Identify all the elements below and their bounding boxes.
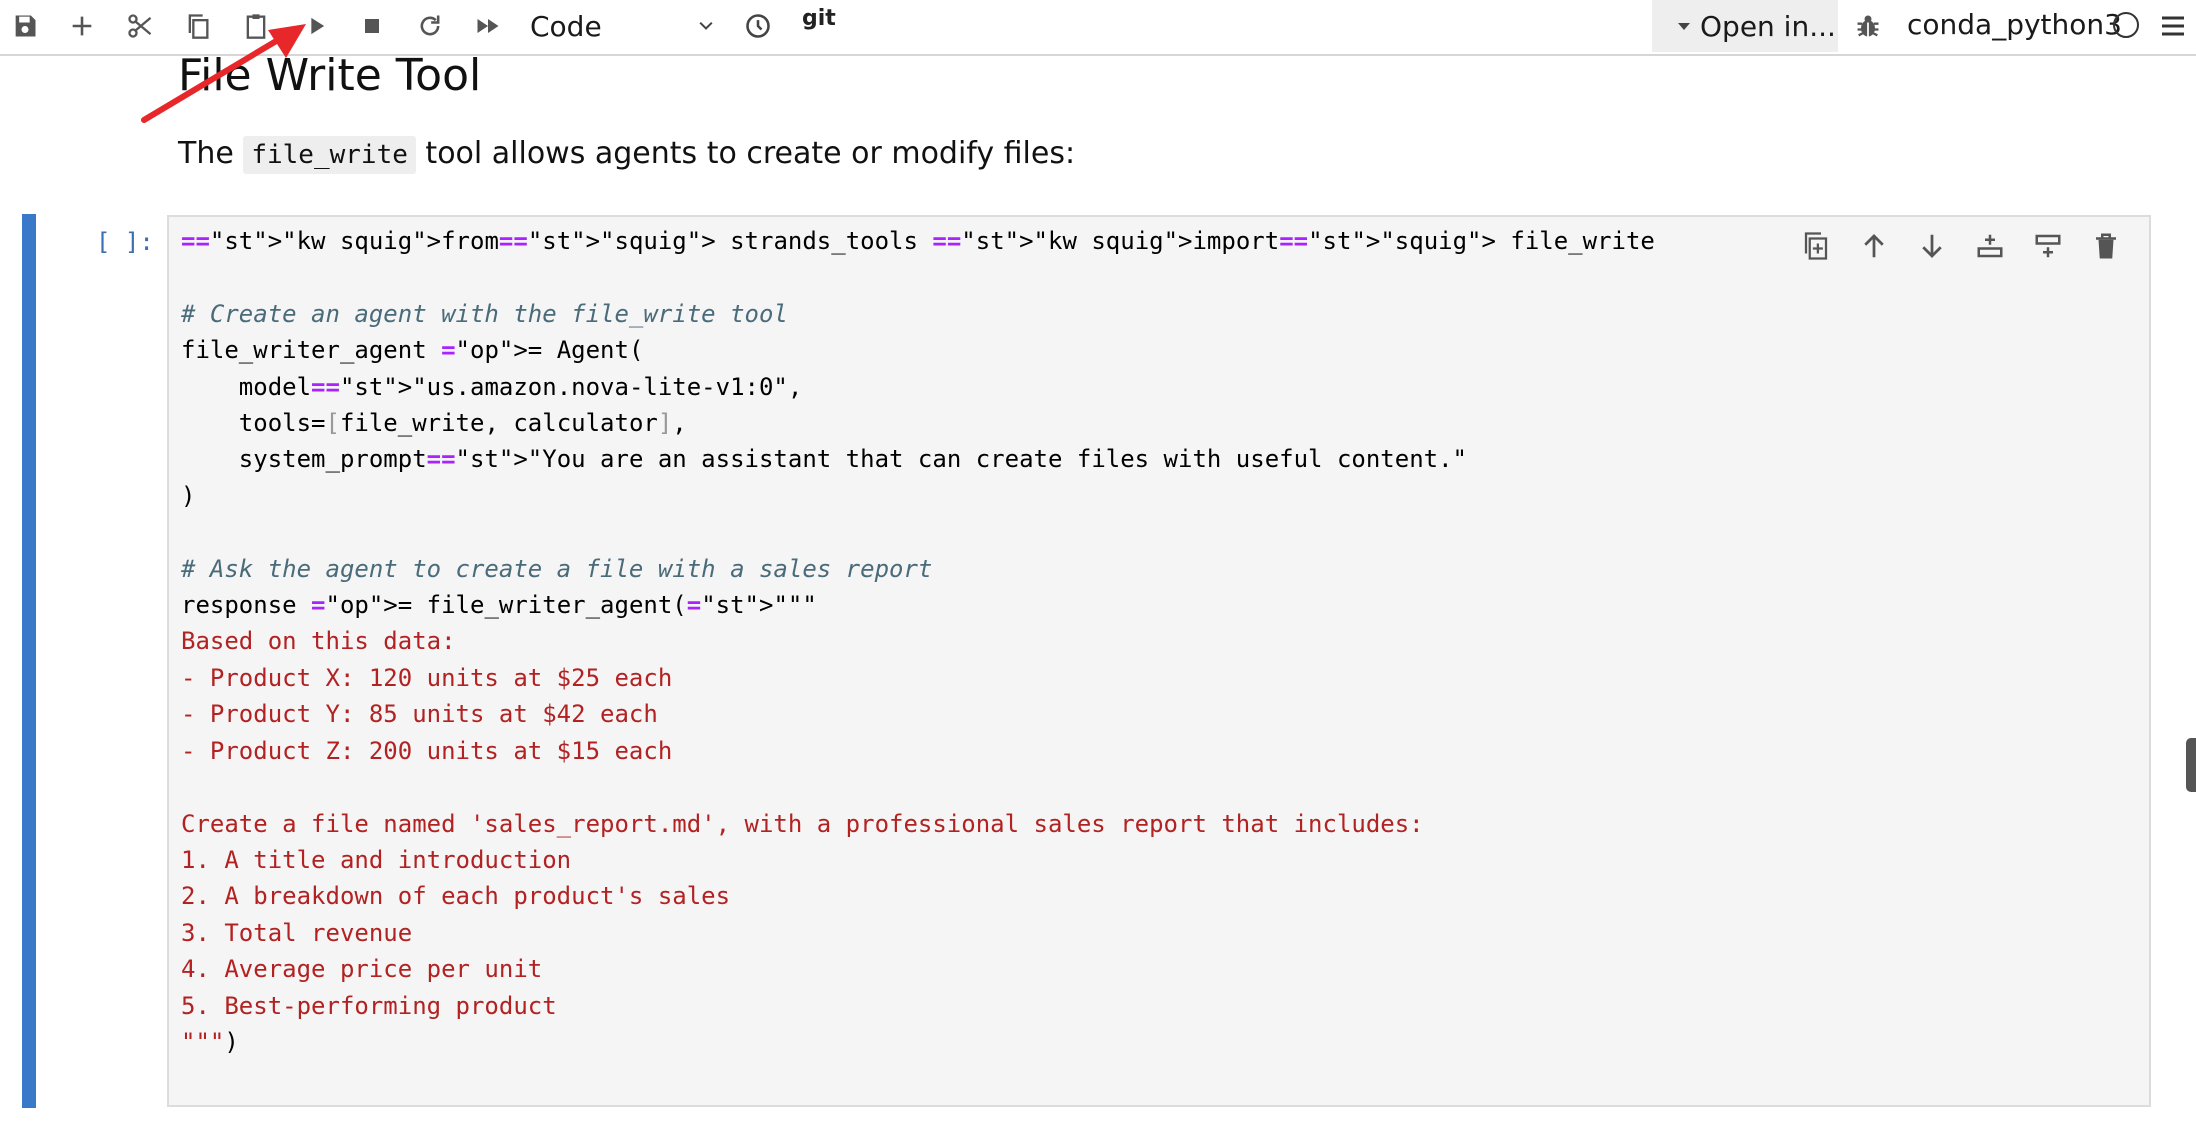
move-up-icon[interactable] <box>1855 227 1893 265</box>
copy-icon[interactable] <box>178 8 218 44</box>
move-down-icon[interactable] <box>1913 227 1951 265</box>
code-line: - Product X: 120 units at $25 each <box>181 663 673 692</box>
code-line: system_prompt=="st">"You are an assistan… <box>181 445 1467 474</box>
code-line: Create a file named 'sales_report.md', w… <box>181 809 1424 838</box>
code-line: 3. Total revenue <box>181 918 413 947</box>
code-line: - Product Y: 85 units at $42 each <box>181 700 658 729</box>
cell-toolbar <box>1797 227 2125 265</box>
code-line: 2. A breakdown of each product's sales <box>181 882 731 911</box>
cut-icon[interactable] <box>120 8 160 44</box>
git-button[interactable]: git <box>802 6 836 31</box>
code-content[interactable]: =="st">"kw squig">from=="st">"squig"> st… <box>181 223 1655 1060</box>
notebook-toolbar: Code git Open in... conda_python3 <box>0 0 2196 56</box>
run-icon[interactable] <box>296 8 336 44</box>
code-line: model=="st">"us.amazon.nova-lite-v1:0" <box>181 372 788 401</box>
paste-icon[interactable] <box>236 8 276 44</box>
scrollbar-thumb[interactable] <box>2186 738 2196 792</box>
insert-above-icon[interactable] <box>2029 227 2067 265</box>
history-icon[interactable] <box>738 8 778 44</box>
para-text-after: tool allows agents to create or modify f… <box>415 136 1076 171</box>
restart-icon[interactable] <box>410 8 450 44</box>
kernel-idle-status-icon <box>2113 12 2139 38</box>
cell-type-dropdown[interactable]: Code <box>530 6 720 46</box>
code-line: # Create an agent with the file_write to… <box>181 299 788 328</box>
debugger-bug-icon[interactable] <box>1848 8 1888 44</box>
execution-prompt: [ ]: <box>96 228 154 256</box>
delete-icon[interactable] <box>2087 227 2125 265</box>
markdown-paragraph: The file_write tool allows agents to cre… <box>178 136 1076 174</box>
code-editor[interactable]: =="st">"kw squig">from=="st">"squig"> st… <box>167 215 2151 1107</box>
kernel-name[interactable]: conda_python3 <box>1907 8 2122 41</box>
caret-down-icon <box>1678 22 1690 30</box>
cell-type-label: Code <box>530 9 602 43</box>
duplicate-cell-icon[interactable] <box>1797 227 1835 265</box>
plus-icon[interactable] <box>62 8 102 44</box>
code-line: """) <box>181 1027 239 1056</box>
code-line: response ="op">= <box>181 591 413 620</box>
code-line: 5. Best-performing product <box>181 991 557 1020</box>
stop-icon[interactable] <box>352 8 392 44</box>
code-line: tools=[file_write, calculator], <box>181 409 687 438</box>
code-line: 1. A title and introduction <box>181 845 572 874</box>
inline-code: file_write <box>243 136 416 174</box>
code-line: =="st">"kw squig" <box>181 227 427 255</box>
code-line: Based on this data: <box>181 627 456 656</box>
insert-below-icon[interactable] <box>1971 227 2009 265</box>
open-in-button[interactable]: Open in... <box>1652 0 1838 52</box>
chevron-down-icon <box>699 21 713 30</box>
run-all-icon[interactable] <box>468 8 508 44</box>
menu-icon[interactable] <box>2160 14 2186 38</box>
code-line: file_writer_agent ="op">= <box>181 336 543 365</box>
open-in-label: Open in... <box>1700 9 1836 43</box>
code-line: ) <box>181 481 196 510</box>
code-line: 4. Average price per unit <box>181 955 543 984</box>
code-line: # Ask the agent to create a file with a … <box>181 554 933 583</box>
para-text-before: The <box>178 136 244 171</box>
code-line: - Product Z: 200 units at $15 each <box>181 736 673 765</box>
markdown-heading: File Write Tool <box>178 50 482 101</box>
save-icon[interactable] <box>5 8 45 44</box>
active-cell-indicator <box>22 214 36 1108</box>
